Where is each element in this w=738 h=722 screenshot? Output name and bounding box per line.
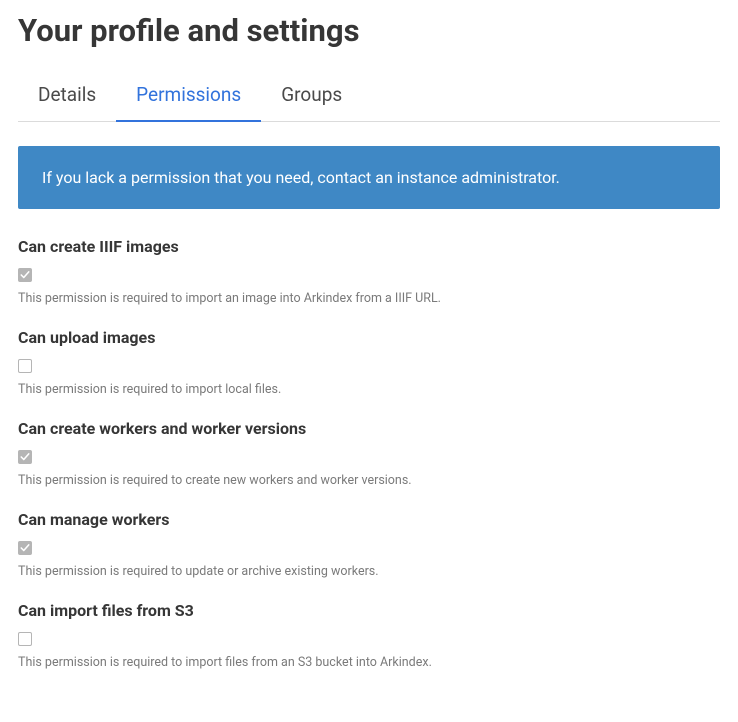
permission-title: Can upload images [18,328,720,347]
permission-item: Can upload images This permission is req… [18,328,720,397]
permission-checkbox[interactable] [18,359,32,373]
permission-description: This permission is required to import an… [18,291,720,306]
permission-item: Can manage workers This permission is re… [18,510,720,579]
checkmark-icon [20,270,30,280]
permission-checkbox[interactable] [18,632,32,646]
permission-title: Can create IIIF images [18,237,720,256]
tab-details[interactable]: Details [18,73,116,122]
tabs: Details Permissions Groups [18,73,720,122]
page-title: Your profile and settings [18,12,720,49]
permission-description: This permission is required to create ne… [18,473,720,488]
checkmark-icon [20,543,30,553]
tab-permissions[interactable]: Permissions [116,73,261,122]
permission-checkbox[interactable] [18,541,32,555]
permission-description: This permission is required to import lo… [18,382,720,397]
permission-description: This permission is required to update or… [18,564,720,579]
permission-checkbox[interactable] [18,268,32,282]
permission-item: Can create IIIF images This permission i… [18,237,720,306]
checkmark-icon [20,452,30,462]
tab-groups[interactable]: Groups [261,73,362,122]
permission-description: This permission is required to import fi… [18,655,720,670]
permission-title: Can import files from S3 [18,601,720,620]
permission-checkbox[interactable] [18,450,32,464]
permission-title: Can manage workers [18,510,720,529]
permission-item: Can import files from S3 This permission… [18,601,720,670]
info-banner: If you lack a permission that you need, … [18,146,720,209]
permission-item: Can create workers and worker versions T… [18,419,720,488]
permission-title: Can create workers and worker versions [18,419,720,438]
